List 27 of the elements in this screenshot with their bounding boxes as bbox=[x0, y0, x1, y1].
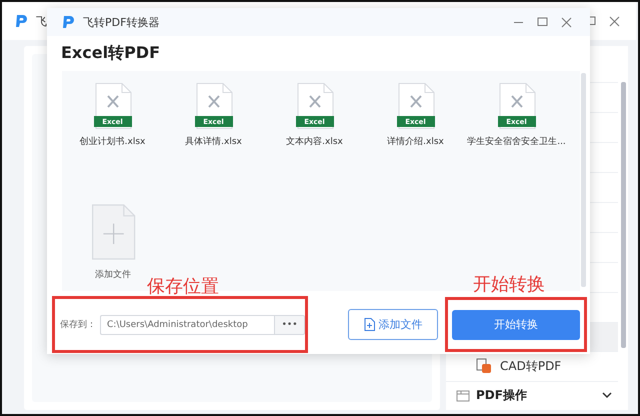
add-file-icon bbox=[364, 318, 374, 331]
add-file-label: 添加文件 bbox=[95, 268, 131, 281]
annotation-text: 保存位置 bbox=[147, 275, 219, 298]
file-name: 具体详情.xlsx bbox=[185, 136, 242, 148]
file-name: 创业计划书.xlsx bbox=[80, 136, 146, 148]
folder-icon bbox=[456, 389, 470, 402]
annotation-text: 开始转换 bbox=[473, 273, 545, 296]
add-file-button[interactable]: 添加文件 bbox=[348, 309, 438, 340]
file-name: 详情介绍.xlsx bbox=[387, 136, 444, 148]
file-name: 文本内容.xlsx bbox=[286, 136, 343, 148]
save-label: 保存到： bbox=[60, 318, 96, 331]
start-button[interactable]: 开始转换 bbox=[452, 310, 580, 340]
cad-file-icon bbox=[476, 358, 492, 374]
save-path-field[interactable]: C:\Users\Administrator\desktop bbox=[100, 314, 274, 334]
dialog-logo bbox=[61, 15, 75, 29]
app-logo bbox=[14, 14, 28, 28]
dialog-heading: Excel转PDF bbox=[60, 42, 162, 64]
close-icon[interactable] bbox=[608, 16, 620, 26]
close-icon[interactable] bbox=[560, 16, 572, 28]
file-name: 学生安全宿舍安全卫生... bbox=[467, 136, 566, 148]
scrollbar[interactable] bbox=[581, 73, 586, 287]
dialog-title: 飞转PDF转换器 bbox=[83, 14, 160, 30]
side-section-header[interactable]: PDF操作 bbox=[446, 382, 624, 410]
window-title: 飞 bbox=[36, 14, 47, 28]
browse-button[interactable]: ••• bbox=[274, 314, 305, 334]
maximize-icon[interactable] bbox=[536, 17, 548, 27]
chevron-icon[interactable] bbox=[602, 392, 612, 400]
